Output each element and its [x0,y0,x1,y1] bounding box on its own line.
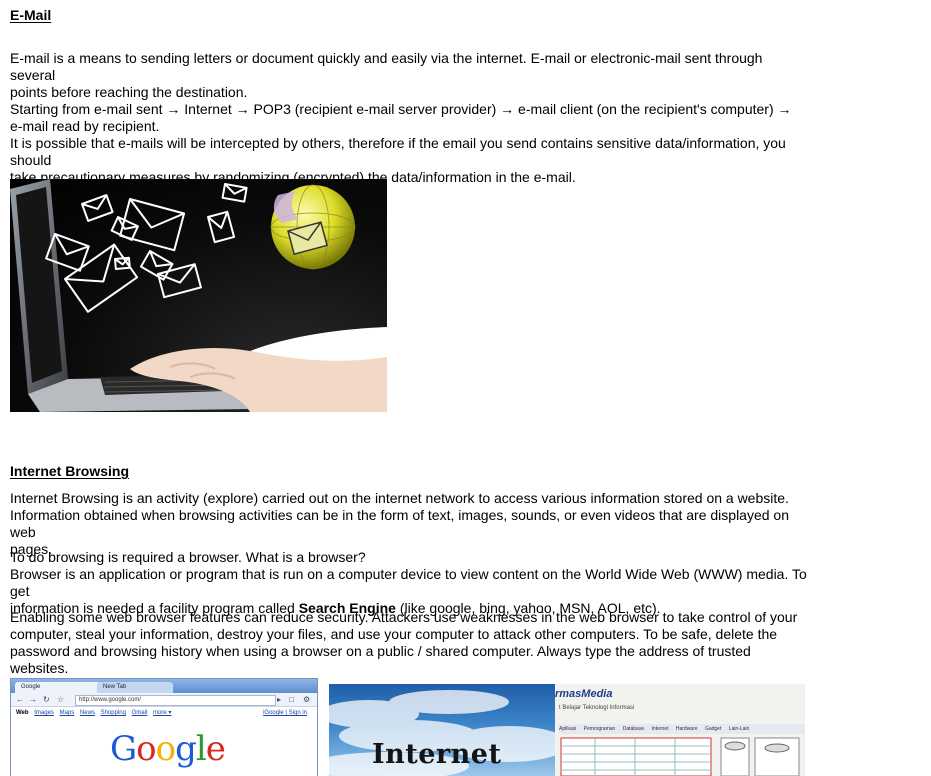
site-menu-item: Lain-Lain [728,726,750,732]
site-table-illustration [560,737,800,776]
site-menu-item: Database [622,726,645,732]
browsing-line: Enabling some web browser features can r… [10,609,798,625]
site-menu-item: Gadget [704,726,722,732]
google-link: Web [16,710,29,716]
browsing-paragraph-1: Internet Browsing is an activity (explor… [10,490,810,558]
google-logo-letter: e [205,729,226,769]
google-link: Images [34,710,54,716]
website-screenshot: rmasMedia t Belajar Teknologi Informasi … [555,684,805,776]
page-menu-icon: □ [289,695,294,704]
google-logo-letter: o [155,729,177,769]
google-logo-letter: G [110,729,137,769]
forward-arrow-icon: → [29,695,37,704]
browser-tab-google: Google [15,682,101,693]
google-link: Maps [59,710,75,716]
google-logo-letter: o [136,729,157,769]
google-signin-link: iGoogle | Sign in [263,710,307,716]
browser-url-field: http://www.google.com/ [75,695,276,706]
email-paragraph: E-mail is a means to sending letters or … [10,50,810,186]
google-link: Shopping [100,710,126,716]
email-laptop-image [10,179,387,412]
browsing-paragraph-2: To do browsing is required a browser. Wh… [10,549,810,617]
browsing-line: Internet Browsing is an activity (explor… [10,490,789,506]
browsing-line: Browser is an application or program tha… [10,566,807,599]
reload-icon: ↻ [43,695,50,704]
browser-titlebar: Google New Tab [11,679,317,693]
site-menu-item: Pemrograman [583,726,616,732]
back-arrow-icon: ← [16,695,24,704]
google-link: News [79,710,95,716]
browsing-line: computer, steal your information, destro… [10,626,778,642]
google-logo: Google [110,729,226,769]
email-line: e-mail read by recipient. [10,118,160,134]
google-logo-letter: g [175,729,197,769]
play-icon: ▸ [277,695,282,704]
email-line: Starting from e-mail sent → Internet → P… [10,101,792,117]
email-heading: E-Mail [10,7,52,23]
browser-tab-new: New Tab [97,682,173,693]
google-link: more ▾ [153,710,172,716]
site-menu-item: Aplikasi [559,726,577,732]
site-menu-item: Hardware [675,726,698,732]
browser-address-bar: ← → ↻ ☆ http://www.google.com/ ▸ □ ⚙ [11,693,317,707]
browser-screenshot-image: Google New Tab ← → ↻ ☆ http://www.google… [10,678,318,776]
google-link: Gmail [131,710,148,716]
site-menu-item: Internet [651,726,669,732]
browsing-line: To do browsing is required a browser. Wh… [10,549,366,565]
browsing-paragraph-3: Enabling some web browser features can r… [10,609,810,677]
email-line: It is possible that e-mails will be inte… [10,135,786,168]
internet-word: Internet [372,739,502,770]
google-nav-links: Web Images Maps News Shopping Gmail more… [11,707,317,719]
star-icon: ☆ [57,695,65,704]
email-line: points before reaching the destination. [10,84,248,100]
browsing-line: password and browsing history when using… [10,643,751,676]
browsing-line: Information obtained when browsing activ… [10,507,789,540]
laptop-envelopes-illustration [10,179,387,412]
internet-graphic-image: Internet rmasMedia t Belajar Teknologi I… [329,684,805,776]
site-menu: Aplikasi Pemrograman Database Internet H… [559,724,805,734]
browsing-heading: Internet Browsing [10,463,130,479]
google-logo-letter: l [195,729,207,769]
site-tagline: t Belajar Teknologi Informasi [559,705,635,711]
wrench-icon: ⚙ [303,695,311,704]
email-line: E-mail is a means to sending letters or … [10,50,763,83]
